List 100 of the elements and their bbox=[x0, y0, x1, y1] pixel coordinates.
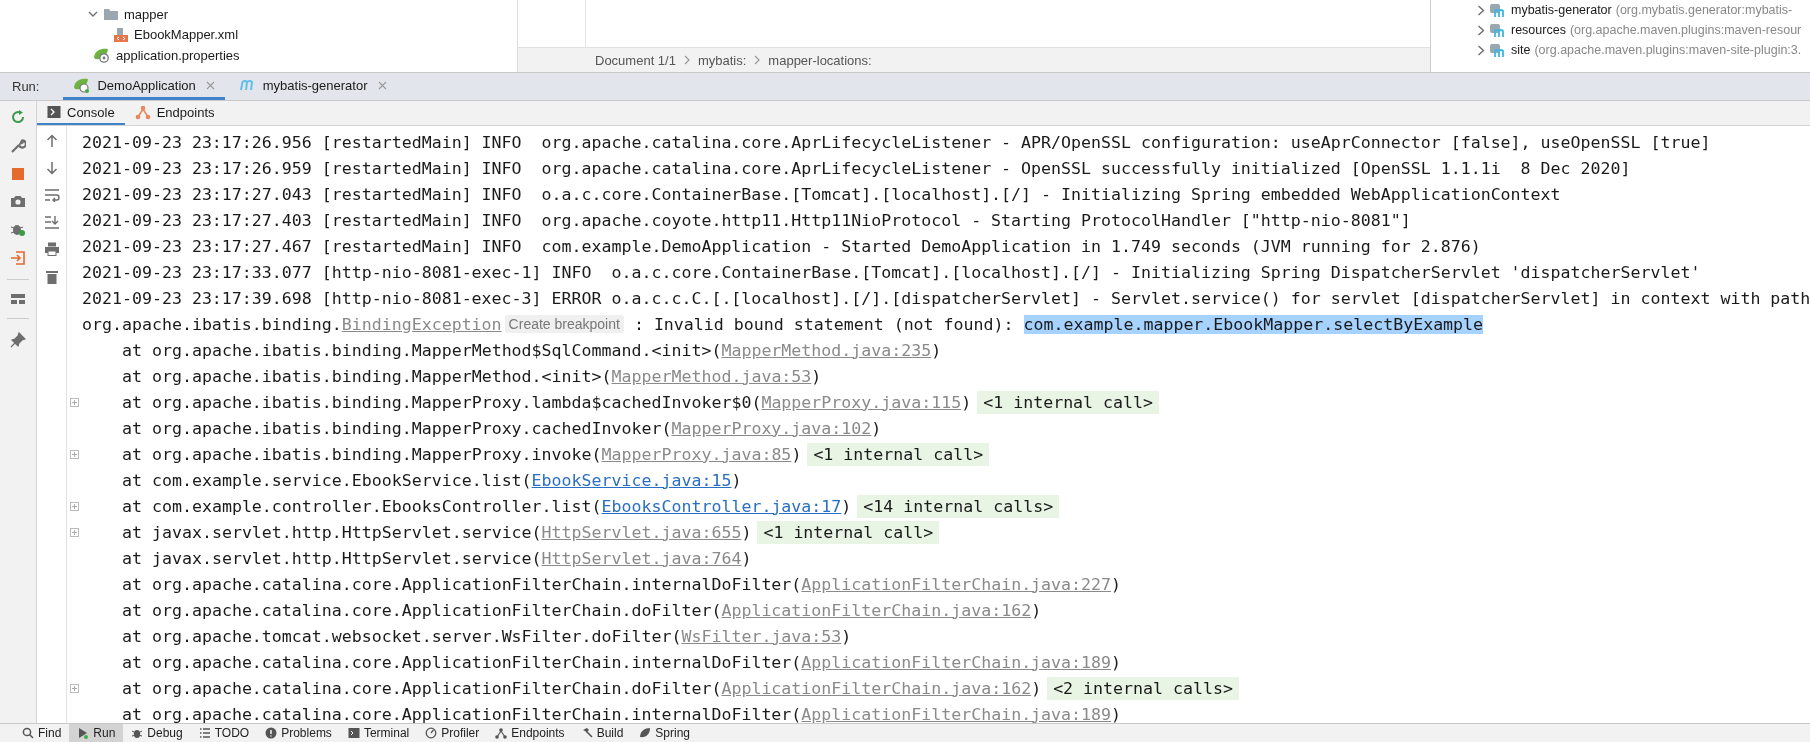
tool-window-button[interactable]: Profiler bbox=[417, 724, 488, 742]
log-line: 2021-09-23 23:17:39.698 [http-nio-8081-exec-3] ERROR o.a.c.c.C.[.[localhost].[/].[dispatcherServlet] - Servlet.service() for servlet [dispatcherServlet] in context with path bbox=[82, 288, 1810, 308]
plugin-icon bbox=[1489, 21, 1507, 39]
stack-frame: at org.apache.ibatis.binding.MapperProxy.invoke( bbox=[82, 444, 602, 464]
create-breakpoint-hint[interactable]: Create breakpoint bbox=[504, 315, 624, 333]
fold-icon[interactable] bbox=[70, 683, 79, 693]
fold-icon[interactable] bbox=[70, 397, 79, 407]
plugin-name[interactable]: resources bbox=[1511, 23, 1566, 37]
terminal-icon bbox=[347, 727, 360, 739]
breadcrumb-item[interactable]: mybatis: bbox=[697, 52, 747, 68]
exit-icon[interactable] bbox=[10, 250, 26, 266]
paren: ) bbox=[741, 548, 752, 568]
tree-item[interactable]: EbookMapper.xml bbox=[134, 27, 239, 43]
source-link[interactable]: MapperProxy.java:85 bbox=[601, 444, 792, 464]
soft-wrap-icon[interactable] bbox=[43, 188, 60, 202]
stack-frame: at com.example.service.EbookService.list( bbox=[82, 470, 532, 490]
internal-calls-fold[interactable]: <1 internal call> bbox=[807, 442, 990, 466]
tool-window-button[interactable]: Spring bbox=[631, 724, 698, 742]
source-link[interactable]: EbookService.java:15 bbox=[531, 470, 732, 490]
plugin-coordinates: (org.mybatis.generator:mybatis- bbox=[1615, 3, 1793, 17]
fold-icon[interactable] bbox=[70, 527, 79, 537]
plugin-coordinates: (org.apache.maven.plugins:maven-resour bbox=[1569, 23, 1802, 37]
log-line: 2021-09-23 23:17:26.956 [restartedMain] INFO org.apache.catalina.core.AprLifecycleListener - APR/OpenSSL configuration: useAprConnector [false], useOpenSSL [true] bbox=[82, 132, 1711, 152]
chevron-icon bbox=[683, 55, 690, 65]
plugin-icon bbox=[1489, 1, 1507, 19]
stack-frame: at javax.servlet.http.HttpServlet.service( bbox=[82, 548, 542, 568]
internal-calls-fold[interactable]: <1 internal call> bbox=[757, 520, 940, 544]
wrench-icon[interactable] bbox=[10, 138, 26, 154]
log-line: 2021-09-23 23:17:27.043 [restartedMain] INFO o.a.c.core.ContainerBase.[Tomcat].[localhost].[/] - Initializing Spring embedded WebApplicationContext bbox=[82, 184, 1561, 204]
pin-icon[interactable] bbox=[10, 332, 26, 348]
tree-item[interactable]: application.properties bbox=[116, 47, 240, 63]
run-tab[interactable]: mybatis-generator bbox=[228, 73, 397, 100]
internal-calls-fold[interactable]: <2 internal calls> bbox=[1047, 676, 1239, 700]
rerun-icon[interactable] bbox=[10, 109, 26, 125]
stack-frame: at org.apache.ibatis.binding.MapperMethod$SqlCommand.<init>( bbox=[82, 340, 722, 360]
tool-window-button[interactable]: TODO bbox=[190, 724, 258, 742]
paren: ) bbox=[741, 522, 752, 542]
stack-frame: at org.apache.catalina.core.ApplicationFilterChain.internalDoFilter( bbox=[82, 704, 802, 723]
paren: ) bbox=[1111, 704, 1122, 723]
source-link[interactable]: MapperMethod.java:235 bbox=[721, 340, 932, 360]
stack-frame: at org.apache.catalina.core.ApplicationFilterChain.doFilter( bbox=[82, 600, 722, 620]
down-arrow-icon[interactable] bbox=[45, 161, 58, 175]
tool-window-button[interactable]: Terminal bbox=[339, 724, 418, 742]
tool-window-button[interactable]: Run bbox=[69, 724, 124, 742]
source-link[interactable]: MapperProxy.java:102 bbox=[671, 418, 872, 438]
plugin-name[interactable]: site bbox=[1511, 43, 1531, 57]
tool-window-button[interactable]: Problems bbox=[257, 724, 340, 742]
stack-frame: at org.apache.ibatis.binding.MapperProxy.lambda$cachedInvoker$0( bbox=[82, 392, 762, 412]
up-arrow-icon[interactable] bbox=[45, 134, 58, 148]
paren: ) bbox=[731, 470, 742, 490]
run-label: Run: bbox=[12, 79, 40, 94]
chevron-icon[interactable] bbox=[1477, 24, 1485, 36]
layout-icon[interactable] bbox=[10, 293, 26, 305]
log-line: 2021-09-23 23:17:27.467 [restartedMain] INFO com.example.DemoApplication - Started DemoApplication in 1.749 seconds (JVM running for 2.876) bbox=[82, 236, 1481, 256]
stack-frame: at org.apache.catalina.core.ApplicationFilterChain.internalDoFilter( bbox=[82, 652, 802, 672]
console-tab[interactable]: Console bbox=[37, 101, 125, 125]
stack-frame: at javax.servlet.http.HttpServlet.service( bbox=[82, 522, 542, 542]
spring-app-icon bbox=[73, 77, 92, 93]
fold-icon[interactable] bbox=[70, 449, 79, 459]
paren: ) bbox=[1111, 652, 1122, 672]
scroll-to-end-icon[interactable] bbox=[43, 215, 60, 229]
trash-icon[interactable] bbox=[44, 269, 59, 285]
internal-calls-fold[interactable]: <14 internal calls> bbox=[857, 494, 1060, 518]
plugin-icon bbox=[1489, 41, 1507, 59]
source-link[interactable]: EbooksController.java:17 bbox=[601, 496, 842, 516]
paren: ) bbox=[841, 626, 852, 646]
plugin-name[interactable]: mybatis-generator bbox=[1511, 3, 1612, 17]
endpoints-icon bbox=[134, 104, 151, 120]
tool-window-button[interactable]: Debug bbox=[123, 724, 191, 742]
stop-icon[interactable] bbox=[11, 167, 25, 181]
paren: ) bbox=[931, 340, 942, 360]
paren: ) bbox=[1031, 678, 1042, 698]
tool-window-button[interactable]: Endpoints bbox=[487, 724, 573, 742]
console-tab[interactable]: Endpoints bbox=[124, 101, 225, 125]
breadcrumb-item[interactable]: Document 1/1 bbox=[595, 52, 676, 68]
list-icon bbox=[198, 727, 211, 739]
class-link[interactable]: BindingException bbox=[341, 314, 502, 334]
source-link[interactable]: MapperMethod.java:53 bbox=[611, 366, 812, 386]
tool-window-button[interactable]: Build bbox=[572, 724, 632, 742]
paren: ) bbox=[871, 418, 882, 438]
search-icon bbox=[22, 727, 34, 739]
stack-frame: at org.apache.tomcat.websocket.server.WsFilter.doFilter( bbox=[82, 626, 682, 646]
internal-calls-fold[interactable]: <1 internal call> bbox=[977, 390, 1160, 414]
print-icon[interactable] bbox=[43, 242, 60, 256]
stack-frame: at org.apache.ibatis.binding.MapperProxy.cachedInvoker( bbox=[82, 418, 672, 438]
paren: ) bbox=[841, 496, 852, 516]
folder-icon bbox=[103, 7, 119, 22]
bug-icon bbox=[131, 727, 144, 739]
stack-frame: at org.apache.catalina.core.ApplicationFilterChain.doFilter( bbox=[82, 678, 722, 698]
chevron-icon[interactable] bbox=[1477, 4, 1485, 16]
camera-icon[interactable] bbox=[10, 194, 26, 208]
fold-icon[interactable] bbox=[70, 501, 79, 511]
paren: ) bbox=[791, 444, 802, 464]
chevron-icon[interactable] bbox=[1477, 44, 1485, 56]
stack-frame: at org.apache.ibatis.binding.MapperMethod.<init>( bbox=[82, 366, 612, 386]
tool-window-button[interactable]: Find bbox=[14, 724, 70, 742]
stack-frame: at org.apache.catalina.core.ApplicationFilterChain.internalDoFilter( bbox=[82, 574, 802, 594]
breadcrumb-item[interactable]: mapper-locations: bbox=[768, 52, 872, 68]
tree-item[interactable]: mapper bbox=[124, 6, 169, 22]
selected-text: com.example.mapper.EbookMapper.selectByExample bbox=[1023, 314, 1484, 334]
